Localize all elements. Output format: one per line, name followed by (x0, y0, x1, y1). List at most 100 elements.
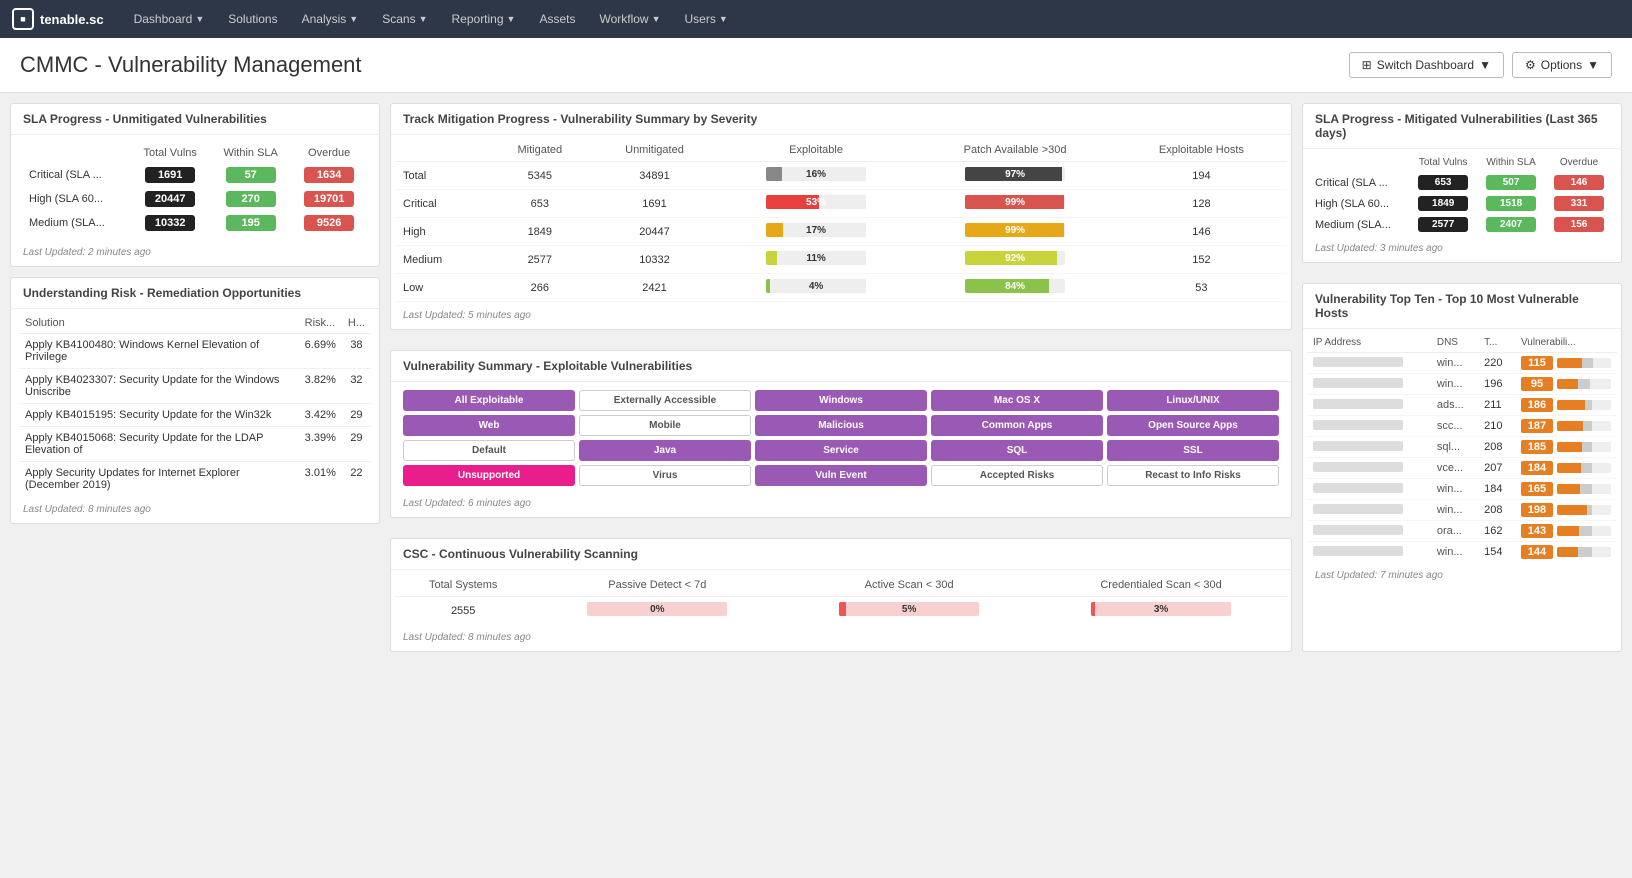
host-row[interactable]: vce... 207 184 (1307, 458, 1617, 479)
remediation-row[interactable]: Apply Security Updates for Internet Expl… (19, 462, 371, 497)
rem-h-0: 38 (342, 334, 371, 369)
mitig-patch-bar-2: 99% (914, 218, 1115, 246)
host-dns-3: scc... (1431, 416, 1478, 437)
exploit-btn-3[interactable]: Mac OS X (931, 390, 1103, 411)
exploit-grid: All ExploitableExternally AccessibleWind… (391, 382, 1291, 494)
csc-data-row: 2555 0% 5% (395, 597, 1287, 625)
csc-cred-pct: 3% (1154, 604, 1168, 615)
rem-h-4: 22 (342, 462, 371, 497)
mitig-unmitigated-4: 2421 (591, 274, 718, 302)
slam-high-total: 1849 (1418, 196, 1468, 211)
remediation-row[interactable]: Apply KB4100480: Windows Kernel Elevatio… (19, 334, 371, 369)
exploit-btn-7[interactable]: Malicious (755, 415, 927, 436)
exploit-btn-5[interactable]: Web (403, 415, 575, 436)
nav-solutions[interactable]: Solutions (218, 0, 287, 38)
host-t-3: 210 (1478, 416, 1515, 437)
exploit-btn-2[interactable]: Windows (755, 390, 927, 411)
exploit-btn-19[interactable]: Recast to Info Risks (1107, 465, 1279, 486)
brand-text: tenable.sc (40, 12, 104, 27)
exploit-btn-16[interactable]: Virus (579, 465, 751, 486)
csc-title: CSC - Continuous Vulnerability Scanning (391, 539, 1291, 570)
mitig-hosts-4: 53 (1116, 274, 1287, 302)
exploit-btn-12[interactable]: Service (755, 440, 927, 461)
exploit-btn-4[interactable]: Linux/UNIX (1107, 390, 1279, 411)
sla-medium-within: 195 (226, 215, 276, 231)
host-row[interactable]: win... 220 115 (1307, 353, 1617, 374)
nav-workflow[interactable]: Workflow ▼ (589, 0, 670, 38)
track-mitigation-title: Track Mitigation Progress - Vulnerabilit… (391, 104, 1291, 135)
mitig-hosts-1: 128 (1116, 190, 1287, 218)
nav-reporting[interactable]: Reporting ▼ (442, 0, 526, 38)
host-row[interactable]: win... 196 95 (1307, 374, 1617, 395)
exploit-btn-1[interactable]: Externally Accessible (579, 390, 751, 411)
mitig-exploit-bar-0: 16% (718, 162, 915, 190)
host-row[interactable]: scc... 210 187 (1307, 416, 1617, 437)
slam-col-overdue: Overdue (1545, 153, 1613, 172)
rem-risk-1: 3.82% (299, 369, 342, 404)
sla-row-high: High (SLA 60... 20447 270 19701 (23, 187, 367, 211)
options-arrow-icon: ▼ (1587, 58, 1599, 72)
exploit-btn-18[interactable]: Accepted Risks (931, 465, 1103, 486)
rem-risk-4: 3.01% (299, 462, 342, 497)
rem-col-solution: Solution (19, 313, 299, 334)
nav-assets[interactable]: Assets (529, 0, 585, 38)
slam-row-medium: Medium (SLA... 2577 2407 156 (1311, 214, 1613, 235)
hosts-col-t: T... (1478, 333, 1515, 353)
exploit-btn-9[interactable]: Open Source Apps (1107, 415, 1279, 436)
exploit-btn-10[interactable]: Default (403, 440, 575, 461)
remediation-title: Understanding Risk - Remediation Opportu… (11, 278, 379, 309)
host-row[interactable]: win... 184 165 (1307, 479, 1617, 500)
host-row[interactable]: ads... 211 186 (1307, 395, 1617, 416)
hosts-col-ip: IP Address (1307, 333, 1431, 353)
host-t-6: 184 (1478, 479, 1515, 500)
right-column: SLA Progress - Mitigated Vulnerabilities… (1302, 103, 1622, 662)
switch-dashboard-button[interactable]: ⊞ Switch Dashboard ▼ (1349, 52, 1504, 78)
slam-medium-within: 2407 (1486, 217, 1536, 232)
hosts-col-dns: DNS (1431, 333, 1478, 353)
mitig-col-hosts: Exploitable Hosts (1116, 139, 1287, 162)
gear-icon: ⚙ (1525, 58, 1536, 72)
exploit-btn-6[interactable]: Mobile (579, 415, 751, 436)
slam-row-high: High (SLA 60... 1849 1518 331 (1311, 193, 1613, 214)
mitigation-row: Medium 2577 10332 11% 92% 152 (395, 246, 1287, 274)
host-row[interactable]: sql... 208 185 (1307, 437, 1617, 458)
host-row[interactable]: win... 208 198 (1307, 500, 1617, 521)
host-ip-8 (1307, 521, 1431, 542)
mitig-label-4: Low (395, 274, 488, 302)
remediation-table: Solution Risk... H... Apply KB4100480: W… (19, 313, 371, 496)
nav-scans[interactable]: Scans ▼ (372, 0, 437, 38)
remediation-row[interactable]: Apply KB4015068: Security Update for the… (19, 427, 371, 462)
slam-critical-within: 507 (1486, 175, 1536, 190)
rem-solution-3: Apply KB4015068: Security Update for the… (19, 427, 299, 462)
mitig-col-patch: Patch Available >30d (914, 139, 1115, 162)
host-ip-5 (1307, 458, 1431, 479)
sla-progress-title: SLA Progress - Unmitigated Vulnerabiliti… (11, 104, 379, 135)
nav-dashboard[interactable]: Dashboard ▼ (124, 0, 215, 38)
csc-col-total: Total Systems (395, 574, 531, 597)
sla-row-medium: Medium (SLA... 10332 195 9526 (23, 211, 367, 235)
rem-risk-3: 3.39% (299, 427, 342, 462)
exploit-btn-11[interactable]: Java (579, 440, 751, 461)
nav-users[interactable]: Users ▼ (675, 0, 738, 38)
host-row[interactable]: win... 154 144 (1307, 542, 1617, 563)
options-button[interactable]: ⚙ Options ▼ (1512, 52, 1612, 78)
mitig-exploit-bar-3: 11% (718, 246, 915, 274)
remediation-row[interactable]: Apply KB4023307: Security Update for the… (19, 369, 371, 404)
rem-solution-4: Apply Security Updates for Internet Expl… (19, 462, 299, 497)
center-column: Track Mitigation Progress - Vulnerabilit… (390, 103, 1292, 662)
nav-analysis[interactable]: Analysis ▼ (292, 0, 369, 38)
reporting-arrow-icon: ▼ (507, 14, 516, 24)
host-dns-1: win... (1431, 374, 1478, 395)
host-row[interactable]: ora... 162 143 (1307, 521, 1617, 542)
exploit-btn-0[interactable]: All Exploitable (403, 390, 575, 411)
mitig-hosts-3: 152 (1116, 246, 1287, 274)
mitigation-row: Total 5345 34891 16% 97% 194 (395, 162, 1287, 190)
exploit-btn-14[interactable]: SSL (1107, 440, 1279, 461)
exploit-btn-8[interactable]: Common Apps (931, 415, 1103, 436)
exploit-btn-15[interactable]: Unsupported (403, 465, 575, 486)
sla-medium-label: Medium (SLA... (23, 211, 130, 235)
brand-logo[interactable]: ■ tenable.sc (12, 8, 104, 30)
exploit-btn-13[interactable]: SQL (931, 440, 1103, 461)
exploit-btn-17[interactable]: Vuln Event (755, 465, 927, 486)
remediation-row[interactable]: Apply KB4015195: Security Update for the… (19, 404, 371, 427)
